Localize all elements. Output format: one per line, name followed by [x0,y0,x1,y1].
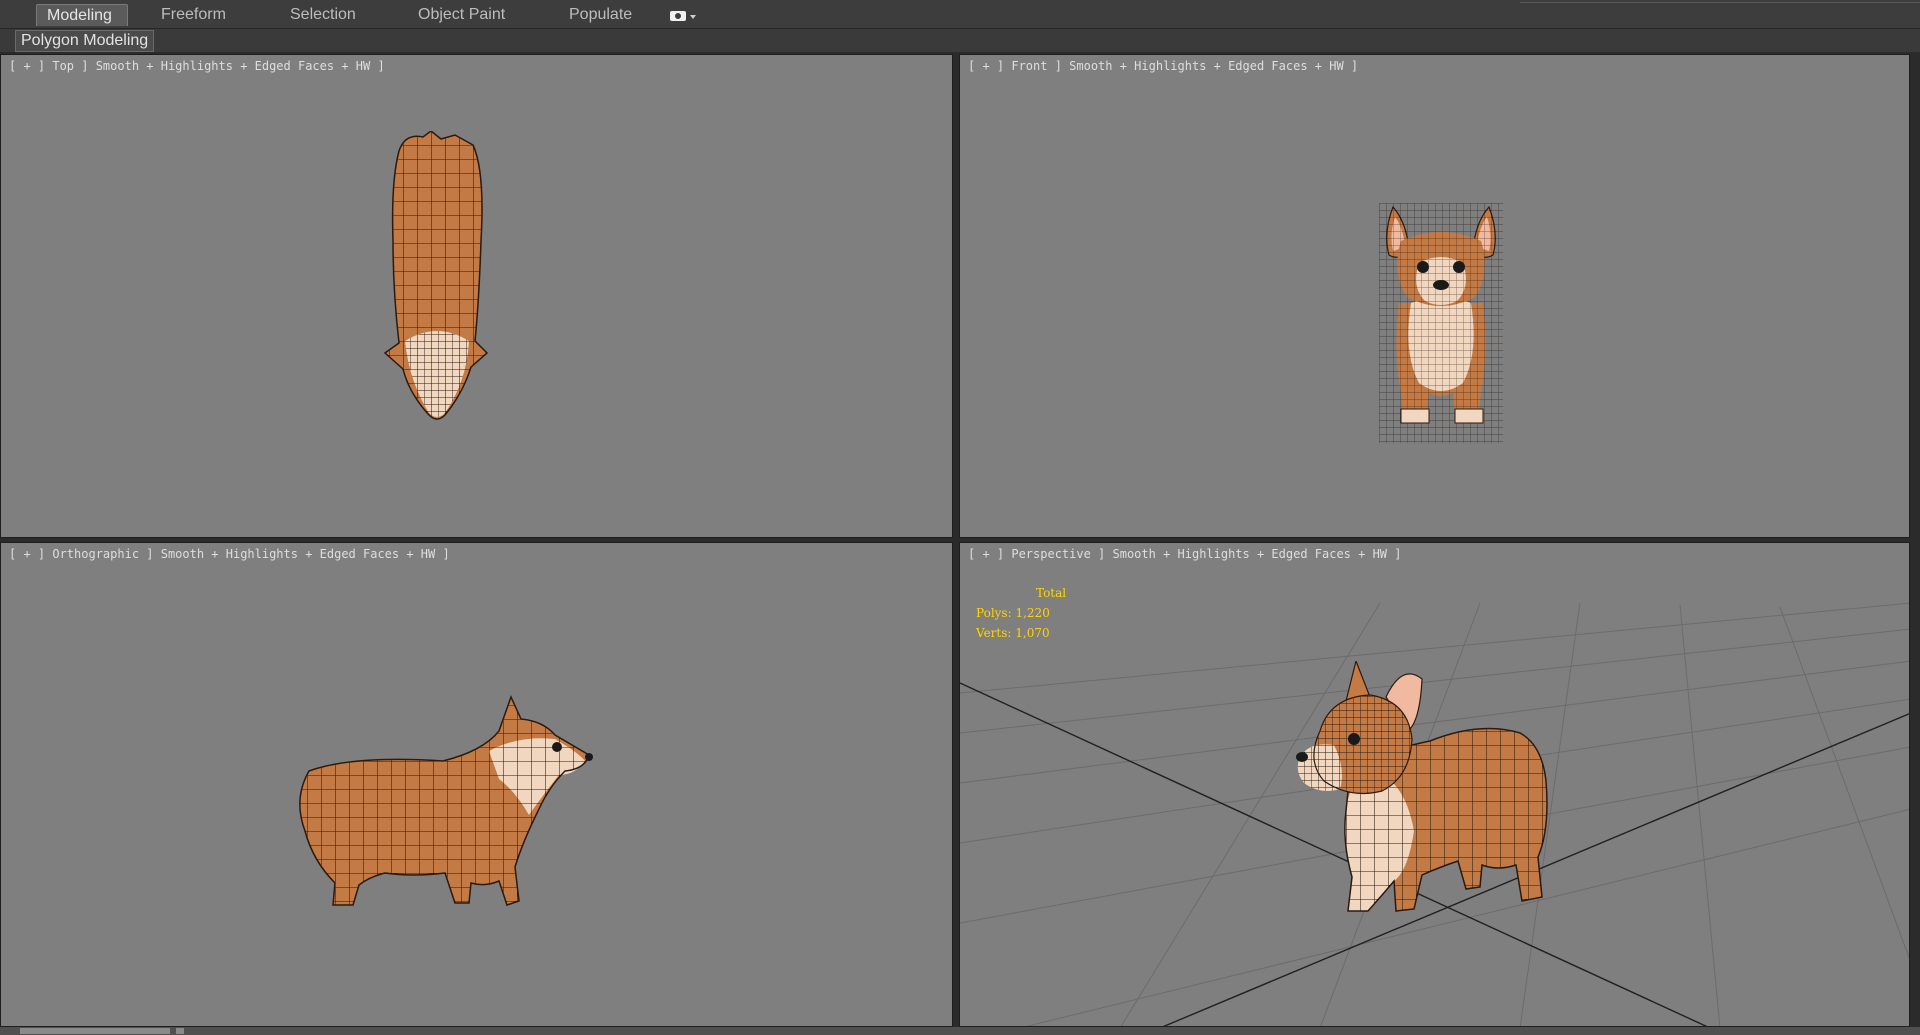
tab-populate[interactable]: Populate [559,4,642,26]
ribbon-divider [1520,2,1920,3]
viewport-perspective[interactable]: [ + ] Perspective ] Smooth + Highlights … [959,542,1910,1027]
viewport-label-top[interactable]: [ + ] Top ] Smooth + Highlights + Edged … [9,59,385,73]
corgi-model-front [1379,203,1503,443]
polygon-modeling-panel-toggle[interactable]: Polygon Modeling [15,30,155,52]
tab-object-paint[interactable]: Object Paint [408,4,515,26]
tab-selection[interactable]: Selection [280,4,366,26]
status-bar [0,1027,1920,1035]
viewport-orthographic[interactable]: [ + ] Orthographic ] Smooth + Highlights… [0,542,953,1027]
viewport-label-orthographic[interactable]: [ + ] Orthographic ] Smooth + Highlights… [9,547,450,561]
viewport-top[interactable]: [ + ] Top ] Smooth + Highlights + Edged … [0,54,953,538]
corgi-model-side [299,694,593,906]
time-slider-next-button[interactable] [176,1028,184,1034]
tab-freeform[interactable]: Freeform [151,4,236,26]
time-slider[interactable] [20,1028,170,1034]
viewport-label-front[interactable]: [ + ] Front ] Smooth + Highlights + Edge… [968,59,1358,73]
ribbon-tab-bar: Modeling Freeform Selection Object Paint… [0,0,1920,29]
eye-dropdown-icon[interactable] [668,8,698,24]
viewport-area: [ + ] Top ] Smooth + Highlights + Edged … [0,54,1920,1027]
corgi-model-perspective [1296,661,1548,912]
ribbon-panel: Polygon Modeling [0,29,1920,52]
corgi-model-top [383,131,489,420]
tab-modeling[interactable]: Modeling [36,4,128,26]
viewport-front[interactable]: [ + ] Front ] Smooth + Highlights + Edge… [959,54,1910,538]
